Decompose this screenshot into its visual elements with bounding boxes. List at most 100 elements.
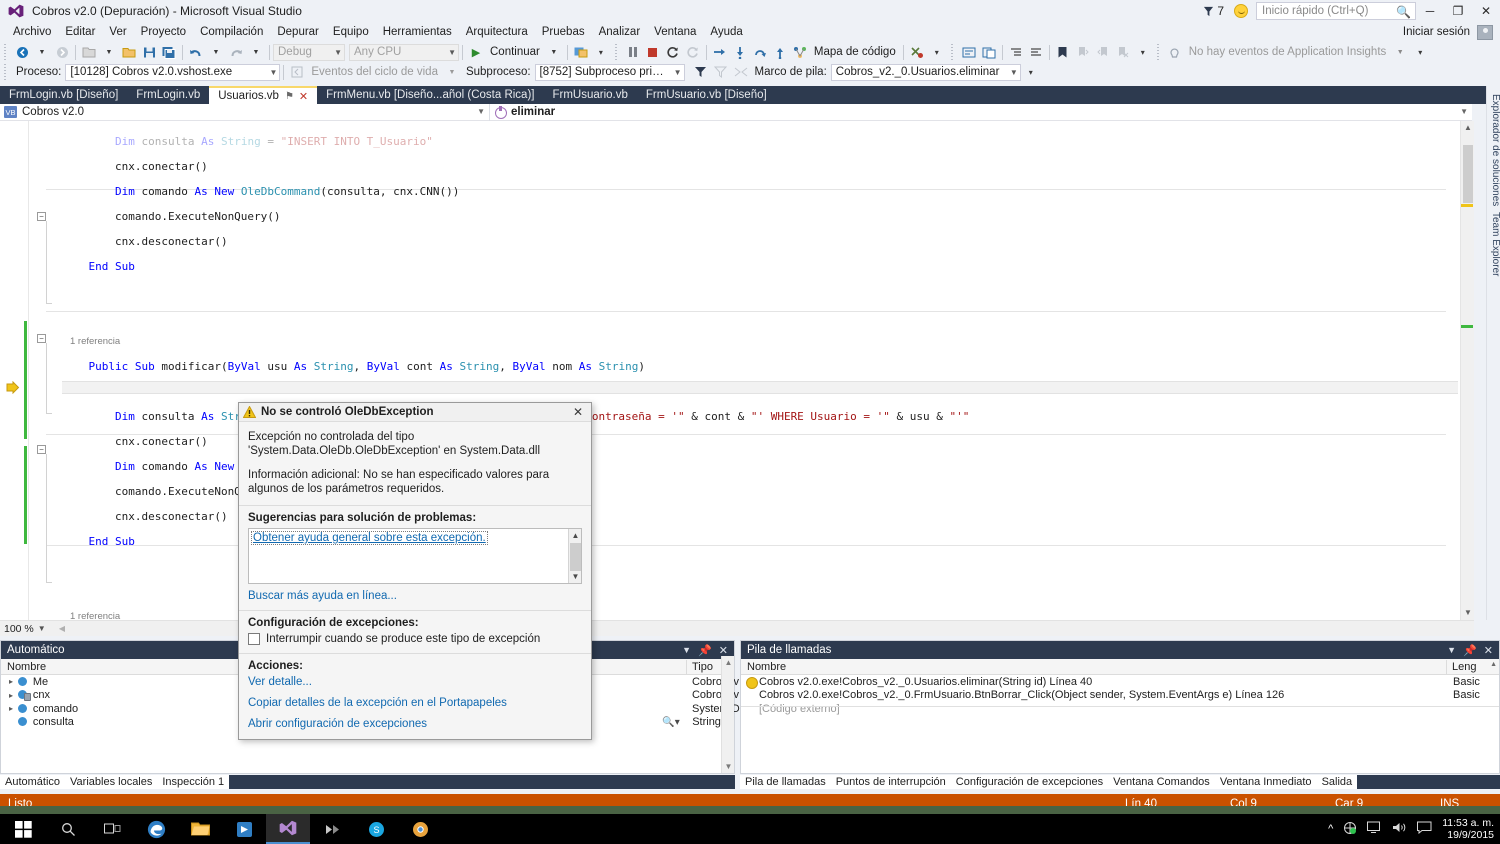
- scrollbar-thumb[interactable]: [1463, 145, 1473, 203]
- menu-item-archivo[interactable]: Archivo: [6, 24, 58, 40]
- skype-icon[interactable]: S: [354, 814, 398, 844]
- suggestions-list[interactable]: Obtener ayuda general sobre esta excepci…: [248, 528, 582, 584]
- general-help-link[interactable]: Obtener ayuda general sobre esta excepci…: [251, 531, 488, 545]
- debug-toolbar-grip[interactable]: [2, 64, 10, 80]
- row-expander[interactable]: ▸: [5, 704, 17, 713]
- navigate-back-button[interactable]: [12, 43, 32, 61]
- copy-exception-details-link[interactable]: Copiar detalles de la excepción en el Po…: [248, 697, 582, 709]
- disable-breakpoints-icon[interactable]: [907, 43, 927, 61]
- tab-puntos-de-interrupcion[interactable]: Puntos de interrupción: [830, 775, 951, 789]
- notifications-flag-icon[interactable]: 7: [1203, 4, 1224, 18]
- uncomment-lines-icon[interactable]: [979, 43, 999, 61]
- redo-dropdown[interactable]: ▼: [246, 43, 266, 61]
- scroll-down-arrow-icon[interactable]: ▼: [722, 760, 735, 773]
- break-on-exception-checkbox[interactable]: [248, 633, 260, 645]
- toolbar-grip-4[interactable]: [1154, 44, 1163, 60]
- tab-variables-locales[interactable]: Variables locales: [65, 775, 158, 789]
- restart-button[interactable]: [663, 43, 683, 61]
- column-header-nombre[interactable]: Nombre: [1, 661, 241, 673]
- network-icon[interactable]: [1343, 821, 1357, 838]
- tab-usuarios-active[interactable]: Usuarios.vb ⚑ ✕: [209, 86, 318, 104]
- toolbar-overflow-2[interactable]: ▾: [927, 43, 947, 61]
- menu-item-compilacion[interactable]: Compilación: [193, 24, 270, 40]
- next-bookmark-icon[interactable]: [1093, 43, 1113, 61]
- break-on-exception-row[interactable]: Interrumpir cuando se produce este tipo …: [248, 633, 582, 645]
- panel-menu-icon[interactable]: ▼: [1447, 645, 1456, 655]
- volume-icon[interactable]: [1392, 821, 1407, 837]
- tab-salida[interactable]: Salida: [1316, 775, 1358, 789]
- new-project-dropdown[interactable]: ▼: [99, 43, 119, 61]
- view-detail-link[interactable]: Ver detalle...: [248, 676, 582, 688]
- navigate-back-dropdown[interactable]: ▼: [32, 43, 52, 61]
- edge-icon[interactable]: [134, 814, 178, 844]
- clear-filter-icon[interactable]: [711, 63, 731, 81]
- show-next-statement-icon[interactable]: [710, 43, 730, 61]
- new-project-icon[interactable]: [79, 43, 99, 61]
- tab-automatico[interactable]: Automático: [0, 775, 66, 789]
- close-panel-icon[interactable]: ✕: [719, 644, 728, 657]
- media-icon[interactable]: [310, 814, 354, 844]
- pin-tab-icon[interactable]: ⚑: [285, 91, 294, 102]
- store-icon[interactable]: [222, 814, 266, 844]
- chrome-icon[interactable]: [398, 814, 442, 844]
- table-row[interactable]: Cobros v2.0.exe!Cobros_v2._0.Usuarios.el…: [741, 675, 1499, 689]
- code-editor[interactable]: − − − Dim consulta As String = "INSERT I…: [0, 121, 1460, 620]
- autos-panel-scrollbar[interactable]: ▲ ▼: [721, 656, 734, 773]
- menu-item-ayuda[interactable]: Ayuda: [703, 24, 749, 40]
- magnifier-icon[interactable]: 🔍▾: [662, 717, 686, 728]
- exception-assistant-dialog[interactable]: No se controló OleDbException ✕ Excepció…: [238, 402, 592, 740]
- close-button[interactable]: ✕: [1472, 0, 1500, 22]
- tab-frmlogin[interactable]: FrmLogin.vb: [127, 86, 209, 104]
- menu-item-herramientas[interactable]: Herramientas: [376, 24, 459, 40]
- continue-button[interactable]: ▶: [466, 43, 486, 61]
- app-insights-dropdown[interactable]: ▼: [1390, 43, 1410, 61]
- close-panel-icon[interactable]: ✕: [1484, 644, 1493, 657]
- menu-item-ver[interactable]: Ver: [102, 24, 133, 40]
- scroll-up-arrow-icon[interactable]: ▲: [722, 656, 735, 669]
- toolbar-grip-3[interactable]: [948, 44, 957, 60]
- windows-start-icon[interactable]: [0, 814, 46, 844]
- restart-alt-button[interactable]: [683, 43, 703, 61]
- code-map-icon[interactable]: [790, 43, 810, 61]
- menu-item-depurar[interactable]: Depurar: [270, 24, 326, 40]
- member-selector-combo[interactable]: eliminar ▼: [490, 104, 1472, 121]
- scroll-up-arrow-icon[interactable]: ▲: [1461, 121, 1475, 135]
- lifecycle-events-icon[interactable]: [287, 63, 307, 81]
- lifecycle-events-dropdown[interactable]: ▼: [442, 63, 462, 81]
- close-icon[interactable]: ✕: [569, 405, 587, 419]
- indent-icon[interactable]: [1006, 43, 1026, 61]
- navigate-forward-button[interactable]: [52, 43, 72, 61]
- row-expander[interactable]: ▸: [5, 691, 17, 700]
- tab-frmlogin-design[interactable]: FrmLogin.vb [Diseño]: [0, 86, 127, 104]
- close-tab-icon[interactable]: ✕: [299, 90, 308, 103]
- outline-collapse-eliminar[interactable]: −: [37, 334, 46, 343]
- tab-ventana-inmediato[interactable]: Ventana Inmediato: [1214, 775, 1317, 789]
- continue-dropdown[interactable]: ▼: [544, 43, 564, 61]
- action-center-icon[interactable]: [1417, 821, 1432, 837]
- redo-icon[interactable]: [226, 43, 246, 61]
- solution-explorer-tab[interactable]: Explorador de soluciones: [1487, 88, 1500, 212]
- tab-frmusuario-design[interactable]: FrmUsuario.vb [Diseño]: [637, 86, 776, 104]
- open-file-icon[interactable]: [119, 43, 139, 61]
- tab-configuracion-de-excepciones[interactable]: Configuración de excepciones: [950, 775, 1109, 789]
- suggestions-scrollbar[interactable]: ▲ ▼: [568, 529, 581, 583]
- solution-platform-combo[interactable]: Any CPU ▼: [349, 43, 459, 61]
- undo-dropdown[interactable]: ▼: [206, 43, 226, 61]
- team-explorer-tab[interactable]: Team Explorer: [1487, 206, 1500, 282]
- attach-process-icon[interactable]: [571, 43, 591, 61]
- filter-threads-icon[interactable]: [691, 63, 711, 81]
- visual-studio-icon[interactable]: [266, 814, 310, 844]
- flag-threads-icon[interactable]: [731, 63, 751, 81]
- search-icon[interactable]: [46, 814, 90, 844]
- toolbar-overflow-1[interactable]: ▾: [591, 43, 611, 61]
- minimize-button[interactable]: ─: [1416, 0, 1444, 22]
- tab-frmmenu-design[interactable]: FrmMenu.vb [Diseño...añol (Costa Rica)]: [317, 86, 543, 104]
- tab-ventana-comandos[interactable]: Ventana Comandos: [1108, 775, 1215, 789]
- prev-bookmark-icon[interactable]: [1073, 43, 1093, 61]
- debug-toolbar-overflow[interactable]: ▾: [1021, 63, 1041, 81]
- menu-item-proyecto[interactable]: Proyecto: [134, 24, 193, 40]
- scroll-left-arrow-icon[interactable]: ◀: [56, 622, 68, 636]
- row-expander[interactable]: ▸: [5, 677, 17, 686]
- feedback-smiley-icon[interactable]: [1234, 4, 1248, 18]
- bookmark-icon[interactable]: [1053, 43, 1073, 61]
